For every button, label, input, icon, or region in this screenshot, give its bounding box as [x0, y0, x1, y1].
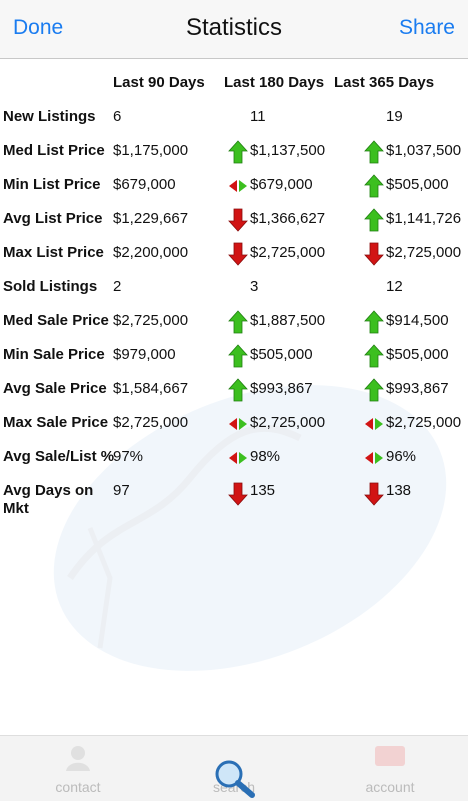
stat-value-90-days: 97: [113, 482, 130, 499]
stat-value-90-days: $1,175,000: [113, 142, 189, 159]
trend-up-arrow-icon: [228, 378, 248, 402]
stat-value-90-days: $2,725,000: [113, 312, 189, 329]
stat-label: Avg List Price: [3, 210, 103, 227]
stat-row: New Listings 6 11 19: [0, 108, 468, 142]
stat-value-365-days: 19: [386, 108, 403, 125]
stat-value-90-days: $1,229,667: [113, 210, 189, 227]
trend-down-arrow-icon: [228, 482, 248, 506]
stat-row: Avg Sale/List % 97% 98% 96%: [0, 448, 468, 482]
stat-value-365-days: $2,725,000: [386, 414, 462, 431]
stat-row: Max List Price $2,200,000 $2,725,000 $2,725…: [0, 242, 468, 278]
share-button[interactable]: Share: [399, 16, 455, 40]
trend-flat-arrow-icon: [364, 446, 384, 470]
stat-row: Avg List Price $1,229,667 $1,366,627 $1,141…: [0, 208, 468, 244]
tab-contact-label: contact: [55, 779, 101, 795]
stat-value-180-days: $1,887,500: [250, 312, 326, 329]
stat-value-180-days: 135: [250, 482, 276, 499]
trend-down-arrow-icon: [364, 242, 384, 266]
stat-row: Max Sale Price $2,725,000 $2,725,000 $2,725…: [0, 414, 468, 448]
column-header-365-days: Last 365 Days: [334, 74, 435, 91]
contact-icon: [66, 746, 90, 771]
tab-account-label: account: [365, 779, 415, 795]
stat-value-365-days: $914,500: [386, 312, 449, 329]
trend-down-arrow-icon: [364, 482, 384, 506]
stat-row: Med List Price $1,175,000 $1,137,500 $1,037…: [0, 140, 468, 176]
trend-flat-arrow-icon: [228, 174, 248, 198]
tab-account[interactable]: account: [312, 736, 468, 801]
trend-up-arrow-icon: [364, 208, 384, 232]
tab-bar: contact search account: [0, 735, 468, 801]
stat-label: Min List Price: [3, 176, 101, 193]
stat-label: Avg Sale Price: [3, 380, 107, 397]
stat-label: Avg Sale/List %: [3, 448, 115, 465]
stat-value-365-days: $505,000: [386, 176, 449, 193]
stat-value-180-days: 3: [250, 278, 259, 295]
stat-value-90-days: $2,200,000: [113, 244, 189, 261]
stat-value-90-days: 97%: [113, 448, 144, 465]
stat-label: Max List Price: [3, 244, 104, 261]
stat-label: Max Sale Price: [3, 414, 109, 431]
trend-up-arrow-icon: [364, 310, 384, 334]
stat-value-180-days: $2,725,000: [250, 244, 326, 261]
trend-up-arrow-icon: [364, 174, 384, 198]
account-icon: [375, 746, 405, 766]
stat-value-180-days: $1,137,500: [250, 142, 326, 159]
stat-row: Min List Price $679,000 $679,000 $505,000: [0, 174, 468, 210]
stat-value-365-days: $1,141,726: [386, 210, 462, 227]
page-title: Statistics: [185, 14, 283, 41]
stat-value-365-days: $1,037,500: [386, 142, 462, 159]
trend-up-arrow-icon: [364, 140, 384, 164]
tab-search[interactable]: search: [156, 736, 312, 801]
stat-value-90-days: $979,000: [113, 346, 176, 363]
stat-value-180-days: $505,000: [250, 346, 313, 363]
stat-value-180-days: $993,867: [250, 380, 313, 397]
stat-value-180-days: $1,366,627: [250, 210, 326, 227]
trend-up-arrow-icon: [228, 140, 248, 164]
trend-flat-arrow-icon: [364, 412, 384, 436]
stat-value-90-days: $2,725,000: [113, 414, 189, 431]
stat-label: Min Sale Price: [3, 346, 105, 363]
stat-label: Avg Days on Mkt: [3, 482, 94, 517]
stat-row: Med Sale Price $2,725,000 $1,887,500 $914,5…: [0, 310, 468, 346]
stat-value-180-days: 98%: [250, 448, 281, 465]
stat-value-180-days: 11: [250, 108, 266, 125]
trend-down-arrow-icon: [228, 242, 248, 266]
trend-up-arrow-icon: [364, 344, 384, 368]
stat-value-365-days: 12: [386, 278, 403, 295]
stat-label: Med List Price: [3, 142, 105, 159]
stat-label: Sold Listings: [3, 278, 98, 295]
stat-label: New Listings: [3, 108, 96, 125]
stat-value-365-days: 138: [386, 482, 412, 499]
stat-value-90-days: 2: [113, 278, 122, 295]
stat-row: Avg Days on Mkt 97 135 138: [0, 482, 468, 517]
trend-up-arrow-icon: [228, 344, 248, 368]
stat-row: Avg Sale Price $1,584,667 $993,867 $993,867: [0, 378, 468, 414]
column-header-90-days: Last 90 Days: [113, 74, 205, 91]
stat-value-90-days: $679,000: [113, 176, 176, 193]
trend-down-arrow-icon: [228, 208, 248, 232]
trend-flat-arrow-icon: [228, 412, 248, 436]
search-magnifier-icon: [215, 760, 255, 798]
stat-value-365-days: $993,867: [386, 380, 449, 397]
stat-row: Sold Listings 2 3 12: [0, 278, 468, 312]
column-header-180-days: Last 180 Days: [224, 74, 325, 91]
trend-up-arrow-icon: [364, 378, 384, 402]
stat-value-365-days: $2,725,000: [386, 244, 462, 261]
stat-value-180-days: $2,725,000: [250, 414, 326, 431]
stat-value-365-days: $505,000: [386, 346, 449, 363]
stat-value-90-days: 6: [113, 108, 122, 125]
stat-row: Min Sale Price $979,000 $505,000 $505,000: [0, 344, 468, 380]
navigation-bar: Done Statistics Share: [0, 0, 468, 59]
trend-up-arrow-icon: [228, 310, 248, 334]
tab-contact[interactable]: contact: [0, 736, 156, 801]
stat-value-90-days: $1,584,667: [113, 380, 189, 397]
stat-value-180-days: $679,000: [250, 176, 313, 193]
trend-flat-arrow-icon: [228, 446, 248, 470]
stat-value-365-days: 96%: [386, 448, 417, 465]
stat-label: Med Sale Price: [3, 312, 109, 329]
